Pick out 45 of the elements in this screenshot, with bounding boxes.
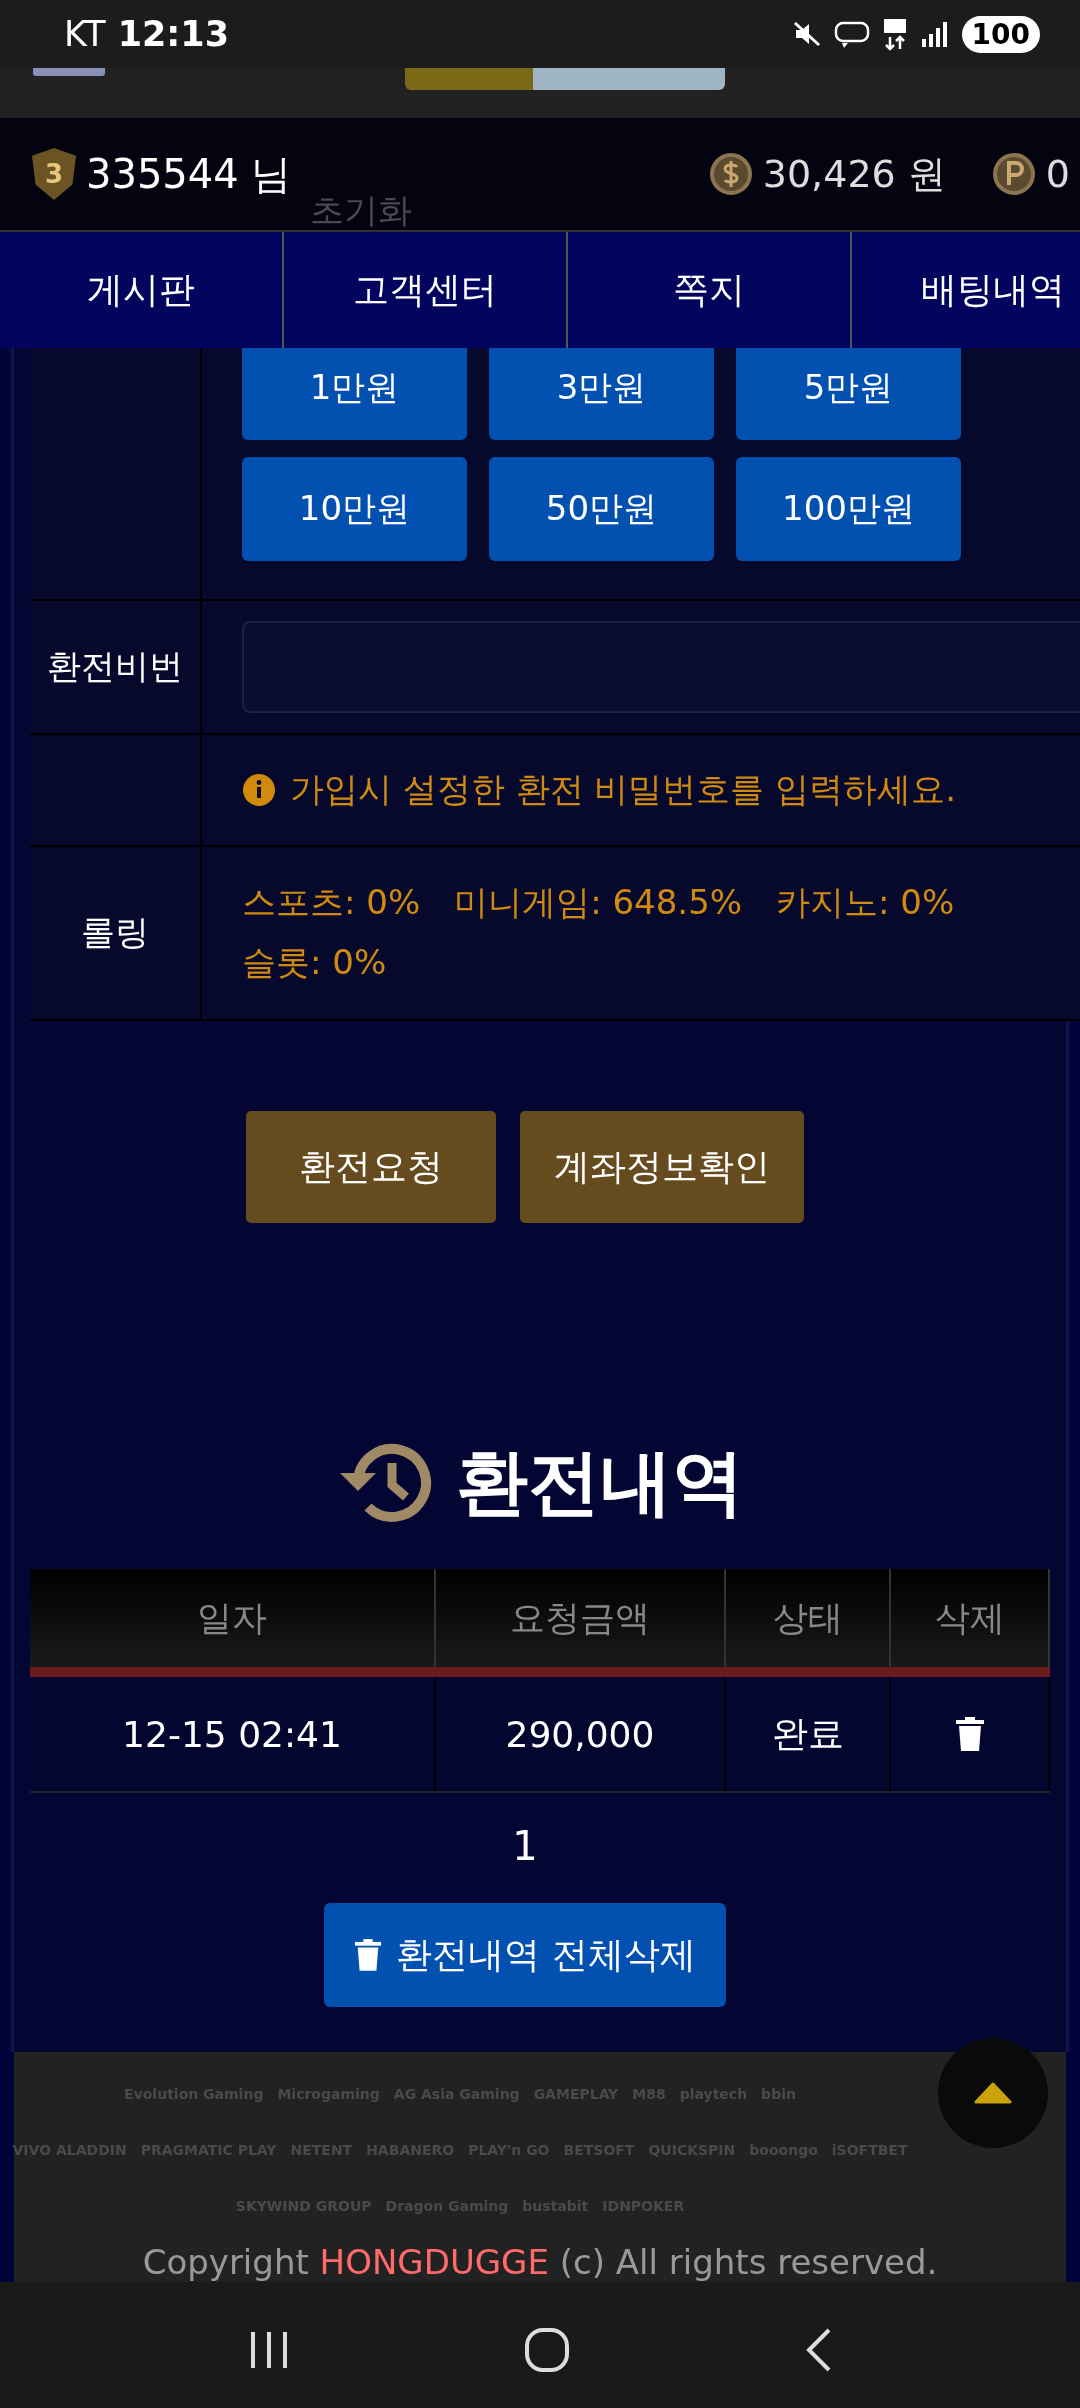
rolling-rate: 슬롯: 0% [242, 941, 387, 984]
trash-icon [354, 1938, 383, 1972]
column-header: 삭제 [891, 1569, 1050, 1667]
amount-button[interactable]: 1만원 [242, 348, 467, 440]
balance-amount: 30,426 원 [762, 150, 946, 198]
action-button[interactable]: 환전요청 [246, 1111, 496, 1223]
amount-button[interactable]: 10만원 [242, 457, 467, 561]
point-amount: 0 [1045, 152, 1070, 196]
point-icon [991, 152, 1036, 196]
column-header: 요청금액 [436, 1569, 726, 1667]
rolling-rate: 카지노: 0% [776, 881, 955, 924]
page-link[interactable]: 1 [512, 1823, 538, 1869]
home-icon[interactable] [524, 2327, 570, 2373]
table-cell: 완료 [726, 1677, 891, 1791]
field-label: 롤링 [30, 847, 202, 1019]
caret-up-icon [974, 2082, 1012, 2104]
table-cell: 290,000 [436, 1677, 726, 1791]
coin-icon [708, 152, 753, 196]
rolling-rate: 미니게임: 648.5% [454, 881, 743, 924]
action-button[interactable]: 계좌정보확인 [520, 1111, 804, 1223]
field-label: 환전비번 [30, 601, 202, 733]
mute-icon [791, 19, 822, 49]
amount-button[interactable]: 100만원 [736, 457, 961, 561]
amount-button[interactable]: 3만원 [489, 348, 714, 440]
username: 335544 님 [86, 149, 292, 199]
copyright-text: Copyright HONGDUGGE (c) All rights reserved. [142, 2242, 938, 2282]
notice-text: 가입시 설정한 환전 비밀번호를 입력하세요. [290, 768, 957, 811]
signal-icon [919, 19, 950, 49]
nav-tab[interactable]: 게시판 [0, 232, 282, 348]
reset-label: 초기화 [310, 189, 412, 232]
column-header: 일자 [30, 1569, 436, 1667]
clock-time: 12:13 [117, 14, 230, 54]
info-icon [242, 773, 276, 807]
rolling-rate: 스포츠: 0% [242, 881, 421, 924]
amount-button[interactable]: 5만원 [736, 348, 961, 440]
carrier-label: KT [64, 14, 106, 54]
section-title: 환전내역 [456, 1439, 744, 1526]
column-header: 상태 [726, 1569, 891, 1667]
battery-level: 100 [961, 15, 1040, 53]
password-field[interactable] [242, 621, 1080, 713]
amount-button[interactable]: 50만원 [489, 457, 714, 561]
trash-icon[interactable] [954, 1717, 985, 1751]
delete-all-button[interactable]: 환전내역 전체삭제 [324, 1903, 726, 2007]
level-shield-icon: 3 [32, 148, 76, 200]
table-cell: 12-15 02:41 [30, 1677, 436, 1791]
